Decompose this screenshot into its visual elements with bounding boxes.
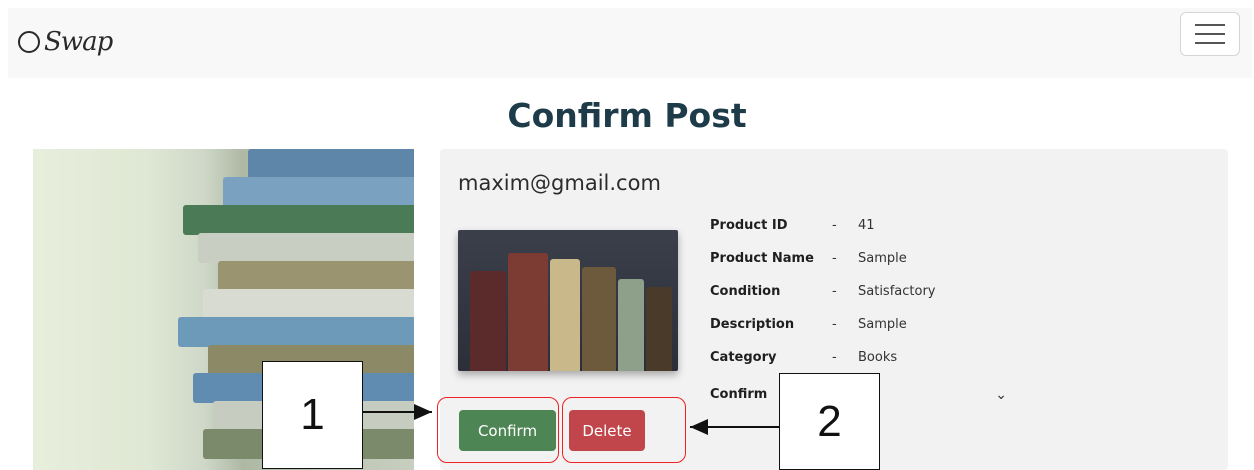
annotation-label-1: 1 [262, 361, 363, 469]
annotation-label-2: 2 [779, 373, 880, 470]
annotation-arrows [363, 404, 779, 435]
